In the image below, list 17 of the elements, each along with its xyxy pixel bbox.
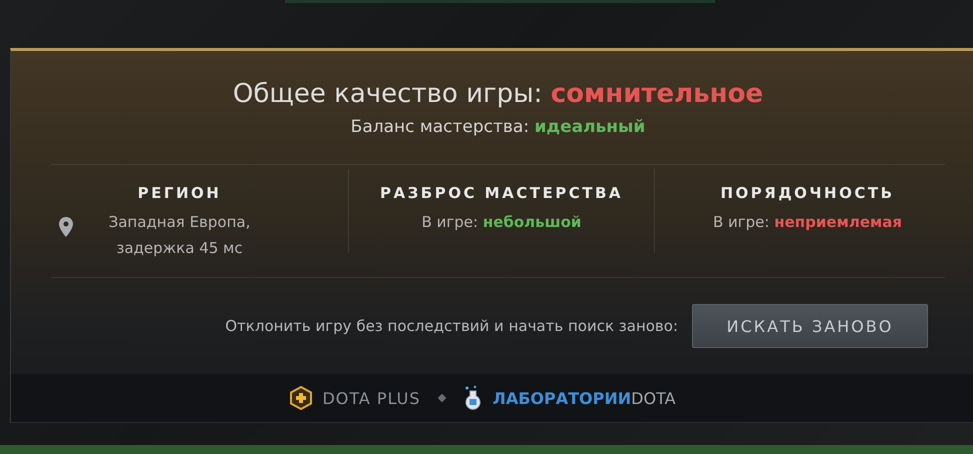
region-text: Западная Европа, <box>108 212 250 233</box>
location-pin-icon <box>59 217 73 237</box>
rating-text: В игре: небольшой <box>422 212 582 233</box>
dota-plus-text: DOTA PLUS <box>322 388 421 408</box>
rating-text: В игре: неприемлемая <box>712 212 902 233</box>
region-text: задержка 45 мс <box>116 238 243 259</box>
column-title: ПОРЯДОЧНОСТЬ <box>720 183 895 203</box>
column-title: РЕГИОН <box>138 183 222 203</box>
balance-text: Баланс мастерства: идеальный <box>350 116 646 139</box>
column-title: РАЗБРОС МАСТЕРСТВА <box>380 183 623 203</box>
decline-text: Отклонить игру без последствий и начать поиск заново: <box>225 317 678 335</box>
search-again-button[interactable]: ИСКАТЬ ЗАНОВО <box>692 304 928 348</box>
flask-icon <box>462 385 483 411</box>
hexagon-plus-icon <box>290 386 312 410</box>
quality-title: Общее качество игры: сомнительное <box>232 78 764 111</box>
separator-icon <box>437 394 446 402</box>
labs-logo-text: ЛАБОРАТОРИИDOTA <box>492 388 676 408</box>
